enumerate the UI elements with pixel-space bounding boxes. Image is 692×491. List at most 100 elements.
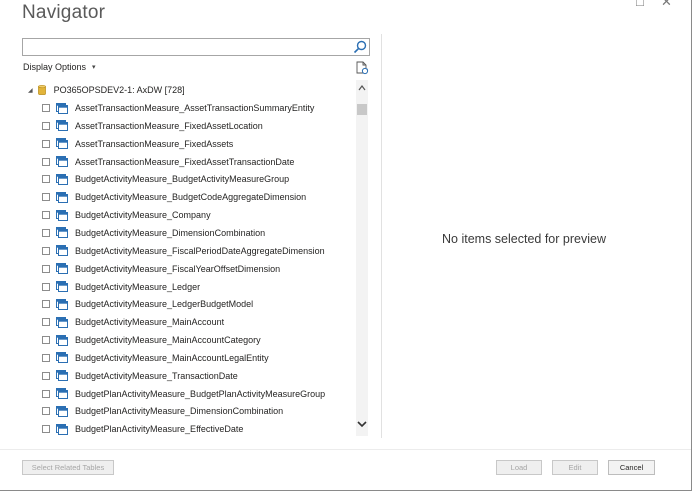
- table-checkbox[interactable]: [42, 104, 50, 112]
- scroll-up-icon[interactable]: [358, 84, 366, 92]
- table-checkbox[interactable]: [42, 371, 50, 380]
- maximize-icon[interactable]: □: [636, 0, 644, 9]
- chevron-down-icon[interactable]: [357, 420, 367, 428]
- table-checkbox[interactable]: [42, 157, 50, 166]
- table-row[interactable]: BudgetActivityMeasure_MainAccountCategor…: [42, 334, 261, 346]
- table-row[interactable]: BudgetActivityMeasure_LedgerBudgetModel: [42, 298, 253, 310]
- table-name: BudgetActivityMeasure_FiscalPeriodDateAg…: [75, 245, 325, 256]
- table-checkbox[interactable]: [42, 389, 50, 398]
- table-icon: [56, 352, 68, 364]
- table-icon: [56, 227, 68, 239]
- table-icon: [56, 156, 68, 168]
- table-checkbox[interactable]: [42, 175, 50, 184]
- table-checkbox[interactable]: [42, 318, 50, 327]
- tree-root[interactable]: ◢ PO365OPSDEV2-1: AxDW [728]: [28, 84, 185, 96]
- table-checkbox[interactable]: [42, 300, 50, 309]
- table-icon: [56, 423, 68, 435]
- table-row[interactable]: BudgetActivityMeasure_FiscalYearOffsetDi…: [42, 263, 280, 275]
- table-name: BudgetActivityMeasure_MainAccountLegalEn…: [75, 352, 269, 363]
- edit-button[interactable]: Edit: [552, 460, 598, 475]
- table-icon: [56, 102, 68, 114]
- table-checkbox[interactable]: [42, 211, 50, 220]
- navigator-window: Navigator □ ✕ Display Options ▾ ◢ PO365O…: [0, 0, 692, 491]
- table-icon: [56, 263, 68, 275]
- table-icon: [56, 334, 68, 346]
- table-icon: [56, 245, 68, 257]
- table-name: BudgetActivityMeasure_BudgetCodeAggregat…: [75, 192, 307, 203]
- table-name: BudgetActivityMeasure_LedgerBudgetModel: [75, 299, 254, 310]
- table-name: BudgetActivityMeasure_FiscalYearOffsetDi…: [75, 263, 281, 274]
- table-checkbox[interactable]: [42, 193, 50, 202]
- table-row[interactable]: BudgetActivityMeasure_DimensionCombinati…: [42, 227, 265, 239]
- tree-root-label: PO365OPSDEV2-1: AxDW [728]: [53, 85, 185, 95]
- table-row[interactable]: BudgetActivityMeasure_BudgetCodeAggregat…: [42, 191, 306, 203]
- table-icon: [56, 298, 68, 310]
- table-icon: [56, 173, 68, 185]
- table-checkbox[interactable]: [42, 139, 50, 148]
- table-name: AssetTransactionMeasure_FixedAssetTransa…: [75, 156, 295, 167]
- table-name: AssetTransactionMeasure_AssetTransaction…: [75, 103, 315, 113]
- close-icon[interactable]: ✕: [661, 0, 672, 10]
- window-title: Navigator: [22, 2, 106, 23]
- table-row[interactable]: BudgetActivityMeasure_Company: [42, 209, 211, 221]
- table-name: BudgetActivityMeasure_MainAccountCategor…: [75, 335, 261, 346]
- cancel-button[interactable]: Cancel: [608, 460, 655, 475]
- table-name: AssetTransactionMeasure_FixedAssets: [75, 138, 234, 149]
- load-button[interactable]: Load: [496, 460, 542, 475]
- refresh-icon[interactable]: [355, 61, 369, 75]
- table-row[interactable]: AssetTransactionMeasure_FixedAssetTransa…: [42, 156, 294, 168]
- table-name: BudgetActivityMeasure_TransactionDate: [75, 370, 238, 381]
- table-name: BudgetPlanActivityMeasure_EffectiveDate: [75, 424, 244, 435]
- collapse-triangle-icon[interactable]: ◢: [28, 87, 33, 94]
- table-checkbox[interactable]: [42, 336, 50, 345]
- table-row[interactable]: BudgetActivityMeasure_Ledger: [42, 281, 200, 293]
- table-name: BudgetPlanActivityMeasure_DimensionCombi…: [75, 406, 284, 417]
- display-options-label: Display Options: [23, 62, 87, 72]
- table-icon: [56, 388, 68, 400]
- table-row[interactable]: BudgetActivityMeasure_BudgetActivityMeas…: [42, 173, 289, 185]
- table-row[interactable]: BudgetActivityMeasure_TransactionDate: [42, 370, 238, 382]
- navigator-tree: ◢ PO365OPSDEV2-1: AxDW [728] AssetTransa…: [22, 80, 358, 436]
- table-checkbox[interactable]: [42, 246, 50, 255]
- table-checkbox[interactable]: [42, 121, 50, 130]
- table-icon: [56, 316, 68, 328]
- table-icon: [56, 370, 68, 382]
- table-row[interactable]: BudgetActivityMeasure_MainAccountLegalEn…: [42, 352, 269, 364]
- table-checkbox[interactable]: [42, 228, 50, 237]
- table-name: BudgetActivityMeasure_Ledger: [75, 281, 201, 292]
- table-row[interactable]: BudgetPlanActivityMeasure_BudgetPlanActi…: [42, 388, 325, 400]
- tree-scrollbar[interactable]: [356, 80, 368, 436]
- table-name: AssetTransactionMeasure_FixedAssetLocati…: [75, 120, 263, 131]
- table-row[interactable]: BudgetActivityMeasure_FiscalPeriodDateAg…: [42, 245, 325, 257]
- scrollbar-thumb[interactable]: [357, 104, 367, 115]
- chevron-down-icon: ▾: [92, 64, 96, 71]
- table-row[interactable]: AssetTransactionMeasure_FixedAssets: [42, 138, 233, 150]
- table-checkbox[interactable]: [42, 425, 50, 434]
- table-icon: [56, 209, 68, 221]
- table-icon: [56, 405, 68, 417]
- table-checkbox[interactable]: [42, 282, 50, 291]
- table-row[interactable]: BudgetPlanActivityMeasure_DimensionCombi…: [42, 405, 283, 417]
- table-name: BudgetActivityMeasure_DimensionCombinati…: [75, 227, 266, 238]
- display-options-dropdown[interactable]: Display Options ▾: [23, 62, 96, 72]
- table-name: BudgetActivityMeasure_BudgetActivityMeas…: [75, 174, 290, 185]
- table-checkbox[interactable]: [42, 353, 50, 362]
- table-row[interactable]: AssetTransactionMeasure_AssetTransaction…: [42, 102, 314, 114]
- table-row[interactable]: AssetTransactionMeasure_FixedAssetLocati…: [42, 120, 263, 132]
- footer-divider: [0, 449, 691, 450]
- table-checkbox[interactable]: [42, 264, 50, 273]
- table-name: BudgetActivityMeasure_Company: [75, 210, 211, 221]
- table-icon: [56, 138, 68, 150]
- table-name: BudgetActivityMeasure_MainAccount: [75, 317, 225, 328]
- table-icon: [56, 191, 68, 203]
- select-related-tables-button[interactable]: Select Related Tables: [22, 460, 114, 475]
- table-icon: [56, 120, 68, 132]
- preview-message: No items selected for preview: [442, 232, 606, 246]
- table-icon: [56, 281, 68, 292]
- search-input[interactable]: [22, 38, 370, 56]
- table-row[interactable]: BudgetActivityMeasure_MainAccount: [42, 316, 224, 328]
- table-row[interactable]: BudgetPlanActivityMeasure_EffectiveDate: [42, 423, 243, 435]
- table-name: BudgetPlanActivityMeasure_BudgetPlanActi…: [75, 388, 326, 399]
- search-icon[interactable]: [353, 40, 367, 54]
- table-checkbox[interactable]: [42, 407, 50, 416]
